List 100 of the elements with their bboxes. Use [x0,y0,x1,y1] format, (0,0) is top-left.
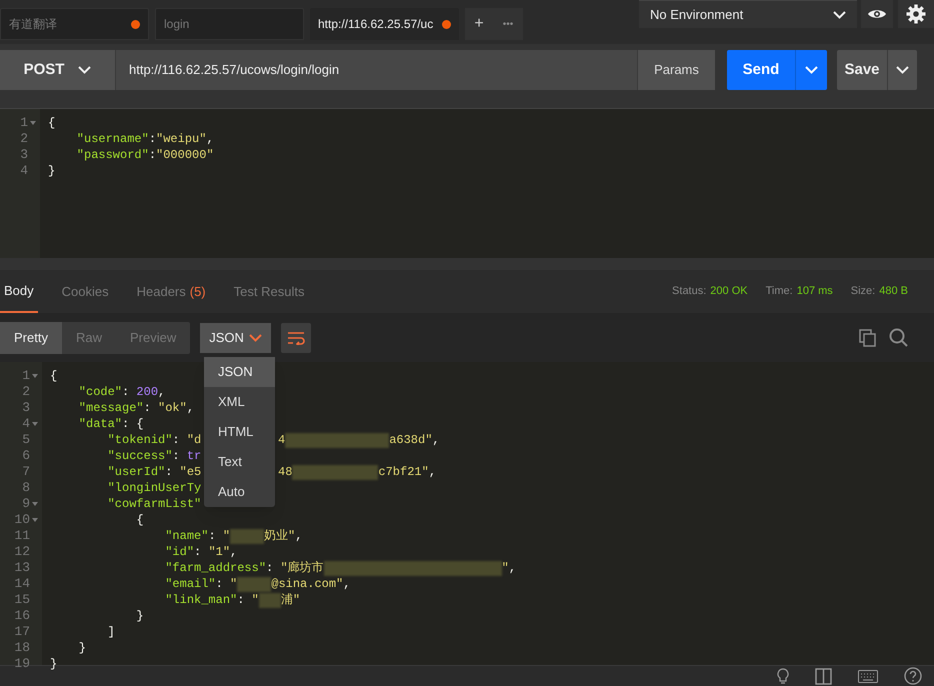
code-token: , [230,544,238,561]
menu-item[interactable]: JSON [204,357,275,387]
code-token: "d [186,432,202,449]
line-number: 7 [22,463,30,482]
copy-icon[interactable] [859,328,877,346]
wrap-button[interactable] [281,322,312,352]
tab-label: 有道翻译 [9,16,58,33]
url-field[interactable]: http://116.62.25.57/ucows/login/login [115,50,637,90]
request-tab[interactable]: 有道翻译 [0,8,149,40]
code-token: "username" [76,131,149,148]
menu-item[interactable]: XML [204,387,275,417]
code-token: : [148,131,156,148]
fold-icon[interactable] [32,502,38,506]
line-number: 16 [14,607,30,626]
code-token: } [48,163,56,180]
code-token: : [237,592,246,609]
code-token: "name" [164,528,208,545]
settings-icon [906,4,926,24]
tab-label: Headers [136,282,186,301]
code-token: : [122,384,130,401]
code-token: : [194,544,202,561]
code-token: : [216,576,224,593]
code-token: "data" [78,416,122,433]
environment-select[interactable]: No Environment [639,0,857,28]
code-token: 浦" [280,592,300,609]
code-token: , [343,576,350,593]
code-token: , [428,464,436,481]
menu-item[interactable]: Auto [204,477,275,507]
code-token: , [158,384,166,401]
code-token: "success" [106,448,172,465]
redacted-blur [230,528,264,544]
menu-item[interactable]: HTML [204,417,275,447]
code-token: { [135,512,144,529]
line-number: 1 [20,114,28,132]
code-token: { [48,115,56,132]
settings-button[interactable] [898,0,934,28]
meta-label: Size: [850,284,876,300]
line-number: 3 [20,146,28,164]
meta-value: 480 B [879,284,908,300]
code-token: : [172,432,181,449]
count-label: (5) [190,282,206,301]
code-token: "1" [208,544,230,561]
format-select[interactable]: JSON [200,322,272,352]
code-token: : [165,464,174,481]
meta-label: Status: [672,284,706,300]
more-tabs-button[interactable]: ••• [493,8,523,40]
line-number: 6 [22,447,30,466]
two-pane-icon[interactable] [815,668,832,684]
code-token: " [222,528,230,545]
line-number: 11 [14,527,30,546]
keyboard-icon[interactable] [858,670,878,682]
line-number: 4 [22,415,30,434]
line-number: 5 [22,431,30,450]
code-token: "e5 [180,464,202,481]
params-button[interactable]: Params [637,50,715,90]
fold-icon[interactable] [32,422,38,426]
eye-icon [867,8,887,20]
line-number: 2 [20,130,28,148]
help-icon[interactable] [904,667,922,685]
menu-item[interactable]: Text [204,447,275,477]
code-token: } [135,608,144,625]
tab-label: login [164,16,190,33]
fold-icon[interactable] [32,518,38,522]
code-token: " [502,560,509,577]
code-token: "cowfarmList" [106,496,202,513]
line-number: 1 [22,367,30,386]
code-token: , [186,400,194,417]
code-token: ] [106,624,115,641]
code-token: { [50,368,58,385]
code-token: : [148,147,156,164]
fold-icon[interactable] [30,121,36,125]
code-token: tr [186,448,202,465]
code-token: @sina.com" [271,576,344,593]
request-tab[interactable]: http://116.62.25.57/uc [310,8,459,40]
code-token: : [172,448,181,465]
code-token: " [230,576,238,593]
response-tab[interactable]: Headers (5) [132,270,210,313]
code-token: 200 [136,384,158,401]
chevron-down-icon [833,10,846,18]
preview-environment-button[interactable] [861,0,893,28]
line-number: 12 [14,543,30,562]
wrap-icon [287,330,306,344]
line-number: 19 [14,655,30,674]
line-number: 9 [22,495,30,514]
code-token: , [295,528,302,545]
view-mode-tab[interactable]: Pretty [0,322,62,354]
request-tab[interactable]: login [155,8,304,40]
code-token: "code" [78,384,122,401]
method-select[interactable]: POST [0,50,115,90]
code-token: : [144,400,152,417]
search-icon[interactable] [889,328,908,347]
code-token: "ok" [158,400,187,417]
code-token: 48 [278,464,292,481]
new-tab-button[interactable]: + [465,8,493,40]
code-token: : [208,528,217,545]
lightbulb-icon[interactable] [777,668,789,684]
code-token: : { [122,416,144,433]
line-number: 13 [14,559,30,578]
line-number: 17 [14,623,30,642]
fold-icon[interactable] [32,374,38,378]
